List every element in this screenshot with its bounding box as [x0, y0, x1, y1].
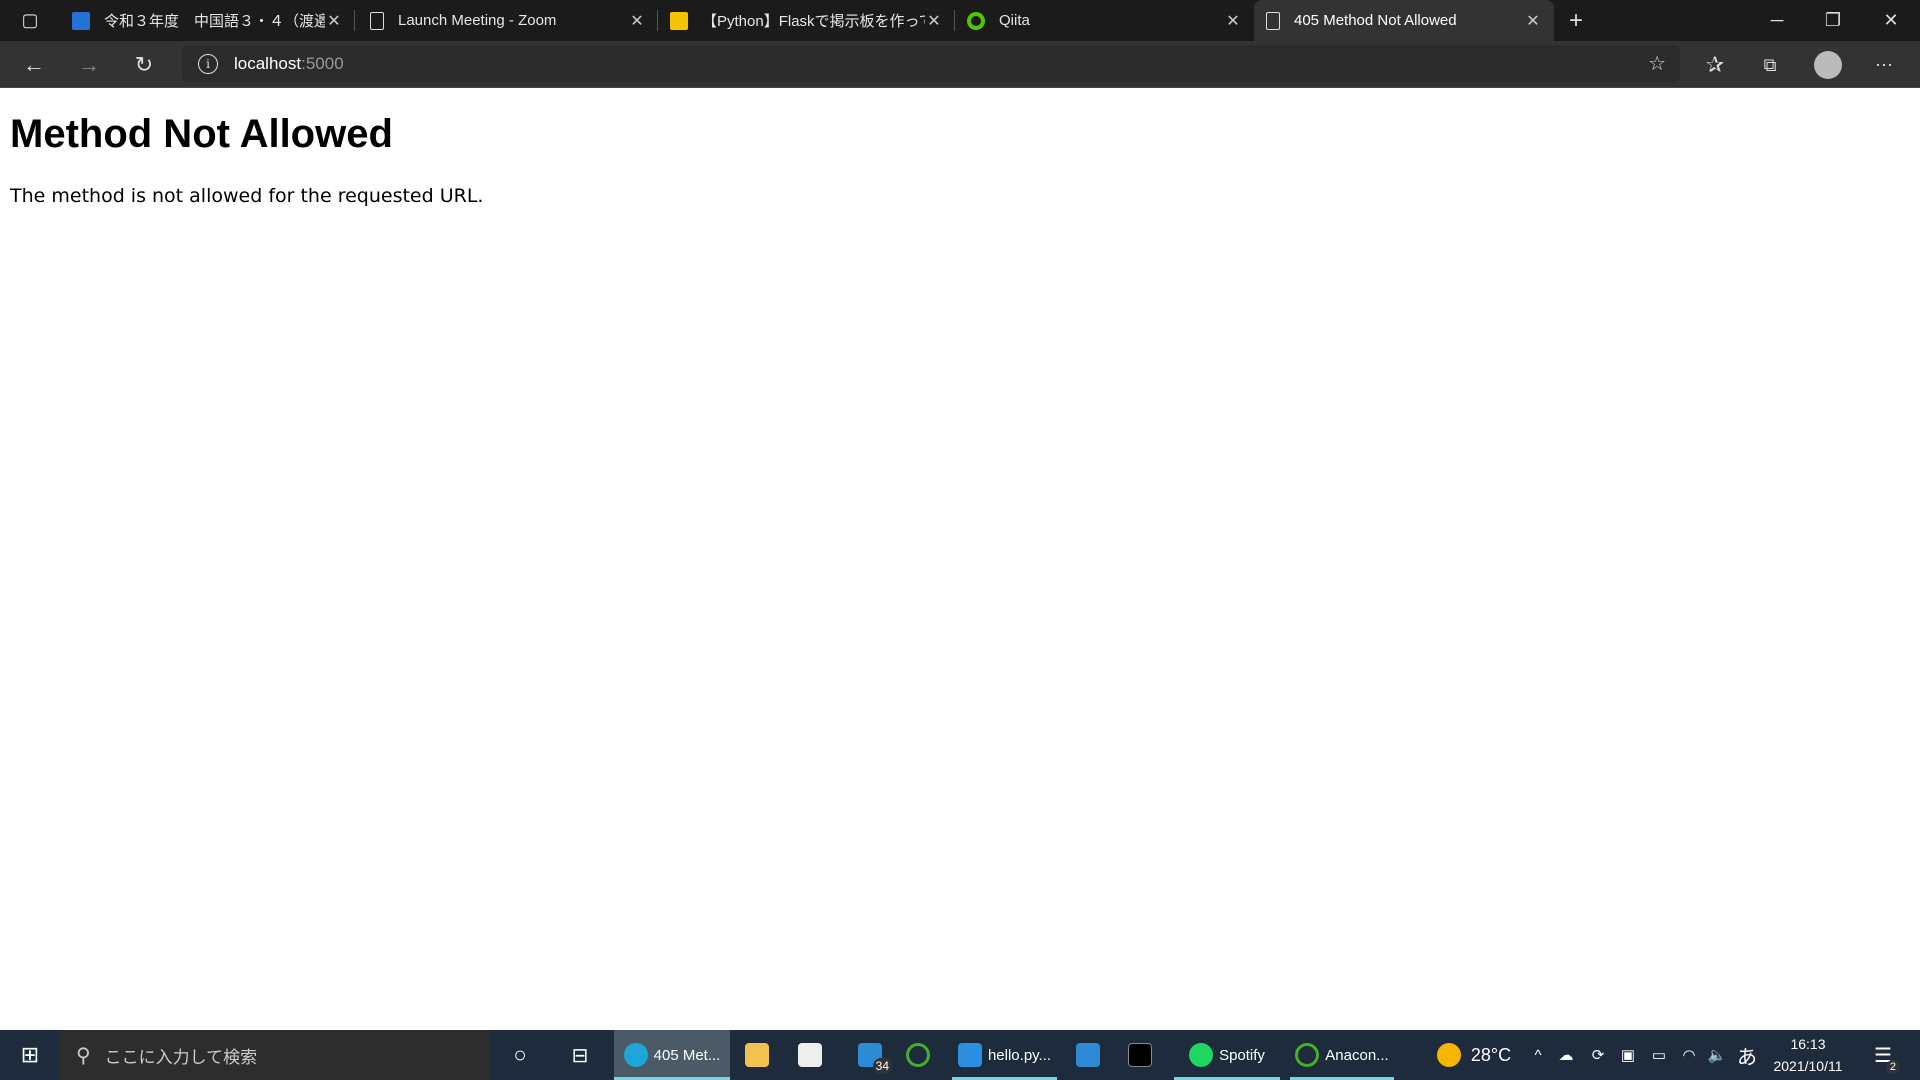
close-tab-icon[interactable]: ✕: [1524, 11, 1542, 31]
file-explorer-icon: [745, 1043, 769, 1067]
url-host: localhost: [234, 53, 302, 73]
tab-5-active[interactable]: 405 Method Not Allowed ✕: [1254, 0, 1554, 41]
page-icon: [1266, 11, 1280, 30]
temperature: 28°C: [1470, 1044, 1512, 1065]
taskbar-app-mail[interactable]: 34: [848, 1030, 892, 1080]
spotify-icon: [1189, 1043, 1214, 1067]
anaconda-icon: [1295, 1043, 1320, 1067]
taskbar: ⊞ ⚲ ここに入力して検索 ○ ⊟ 405 Met... 34 hello.py…: [0, 1030, 1920, 1080]
edge-icon: [623, 1043, 648, 1067]
cortana-icon[interactable]: ○: [503, 1030, 537, 1080]
taskbar-app-store[interactable]: [793, 1030, 827, 1080]
battery-icon[interactable]: ▭: [1648, 1030, 1670, 1080]
close-tab-icon[interactable]: ✕: [325, 11, 343, 31]
notification-count: 2: [1885, 1060, 1900, 1074]
weather-widget[interactable]: 28°C: [1434, 1030, 1514, 1080]
tab-label: Qiita: [999, 12, 1030, 29]
windows-start-icon[interactable]: ⊞: [0, 1030, 60, 1080]
url-port: :5000: [301, 53, 344, 73]
tab-actions-icon[interactable]: ▢: [14, 0, 46, 41]
app-label: 405 Met...: [653, 1046, 721, 1064]
tab-bar: ▢ 👤 令和３年度 中国語３・４（渡邉 ✕ Launch Meeting - Z…: [0, 0, 1920, 41]
taskbar-app-edge[interactable]: 405 Met...: [614, 1030, 730, 1080]
minimize-button[interactable]: ─: [1749, 0, 1805, 41]
tab-2[interactable]: Launch Meeting - Zoom ✕: [358, 0, 658, 41]
page-content: Method Not Allowed The method is not all…: [0, 88, 1920, 1030]
clock[interactable]: 16:13 2021/10/11: [1766, 1030, 1850, 1080]
address-bar[interactable]: i localhost:5000 ☆: [182, 45, 1680, 82]
forward-button[interactable]: →: [71, 47, 107, 83]
search-icon: ⚲: [76, 1044, 91, 1067]
notification-center-icon[interactable]: ☰ 2: [1866, 1030, 1900, 1080]
wifi-icon[interactable]: ◠: [1678, 1030, 1700, 1080]
taskbar-app-terminal[interactable]: [1123, 1030, 1157, 1080]
tab-3[interactable]: 【Python】Flaskで掲示板を作ってみよう ✕: [658, 0, 955, 41]
taskbar-app-generic[interactable]: [1071, 1030, 1105, 1080]
profile-avatar[interactable]: [1810, 47, 1846, 83]
ime-indicator[interactable]: あ: [1735, 1030, 1759, 1080]
info-icon[interactable]: i: [198, 53, 218, 74]
close-tab-icon[interactable]: ✕: [925, 11, 943, 31]
tab-label: Launch Meeting - Zoom: [398, 12, 557, 29]
navigation-bar: ← → ↻ i localhost:5000 ☆ ✰ ⧉ ⋯: [0, 41, 1920, 88]
qiita-icon: [967, 11, 985, 30]
app-icon: [1076, 1043, 1100, 1067]
tab-1[interactable]: 👤 令和３年度 中国語３・４（渡邉 ✕: [60, 0, 355, 41]
refresh-button[interactable]: ↻: [126, 47, 162, 83]
sun-icon: [1436, 1043, 1461, 1067]
close-tab-icon[interactable]: ✕: [628, 11, 646, 31]
collections-icon[interactable]: ⧉: [1752, 47, 1788, 83]
volume-icon[interactable]: 🔈: [1706, 1030, 1728, 1080]
mail-badge: 34: [872, 1058, 892, 1074]
back-button[interactable]: ←: [16, 47, 52, 83]
store-icon: [798, 1043, 822, 1067]
page-title: Method Not Allowed: [10, 112, 393, 156]
taskbar-app-explorer[interactable]: [740, 1030, 774, 1080]
tab-4[interactable]: Qiita ✕: [955, 0, 1254, 41]
favorites-icon[interactable]: ✰: [1697, 47, 1733, 83]
search-placeholder: ここに入力して検索: [104, 1047, 258, 1067]
taskbar-app-anaconda-2[interactable]: Anacon...: [1290, 1030, 1394, 1080]
tab-label: 【Python】Flaskで掲示板を作ってみよう: [702, 13, 925, 30]
restore-button[interactable]: ❐: [1805, 0, 1861, 41]
app-label: Spotify: [1219, 1046, 1265, 1064]
person-badge-icon: 👤: [72, 11, 90, 30]
new-tab-button[interactable]: +: [1548, 0, 1604, 41]
app-label: hello.py...: [987, 1046, 1052, 1064]
error-message: The method is not allowed for the reques…: [10, 185, 484, 207]
note-icon: [670, 11, 688, 30]
tab-label: 405 Method Not Allowed: [1294, 12, 1457, 29]
camera-icon[interactable]: ▣: [1618, 1030, 1638, 1080]
more-menu-icon[interactable]: ⋯: [1866, 47, 1902, 83]
taskbar-search[interactable]: ⚲ ここに入力して検索: [60, 1030, 490, 1080]
page-icon: [370, 11, 384, 30]
add-favorite-icon[interactable]: ☆: [1648, 51, 1666, 76]
date: 2021/10/11: [1773, 1058, 1843, 1074]
close-tab-icon[interactable]: ✕: [1224, 11, 1242, 31]
anaconda-icon: [906, 1043, 930, 1067]
terminal-icon: [1128, 1043, 1152, 1067]
task-view-icon[interactable]: ⊟: [563, 1030, 597, 1080]
sync-icon[interactable]: ⟳: [1588, 1030, 1608, 1080]
tab-label: 令和３年度 中国語３・４（渡邉: [104, 13, 325, 30]
app-label: Anacon...: [1325, 1046, 1389, 1064]
show-hidden-icons[interactable]: ^: [1528, 1030, 1548, 1080]
onedrive-icon[interactable]: ☁: [1556, 1030, 1576, 1080]
taskbar-app-anaconda[interactable]: [901, 1030, 935, 1080]
close-window-button[interactable]: ✕: [1863, 0, 1919, 41]
time: 16:13: [1790, 1036, 1826, 1052]
taskbar-app-vscode[interactable]: hello.py...: [952, 1030, 1057, 1080]
vscode-icon: [957, 1043, 982, 1067]
taskbar-app-spotify[interactable]: Spotify: [1174, 1030, 1280, 1080]
